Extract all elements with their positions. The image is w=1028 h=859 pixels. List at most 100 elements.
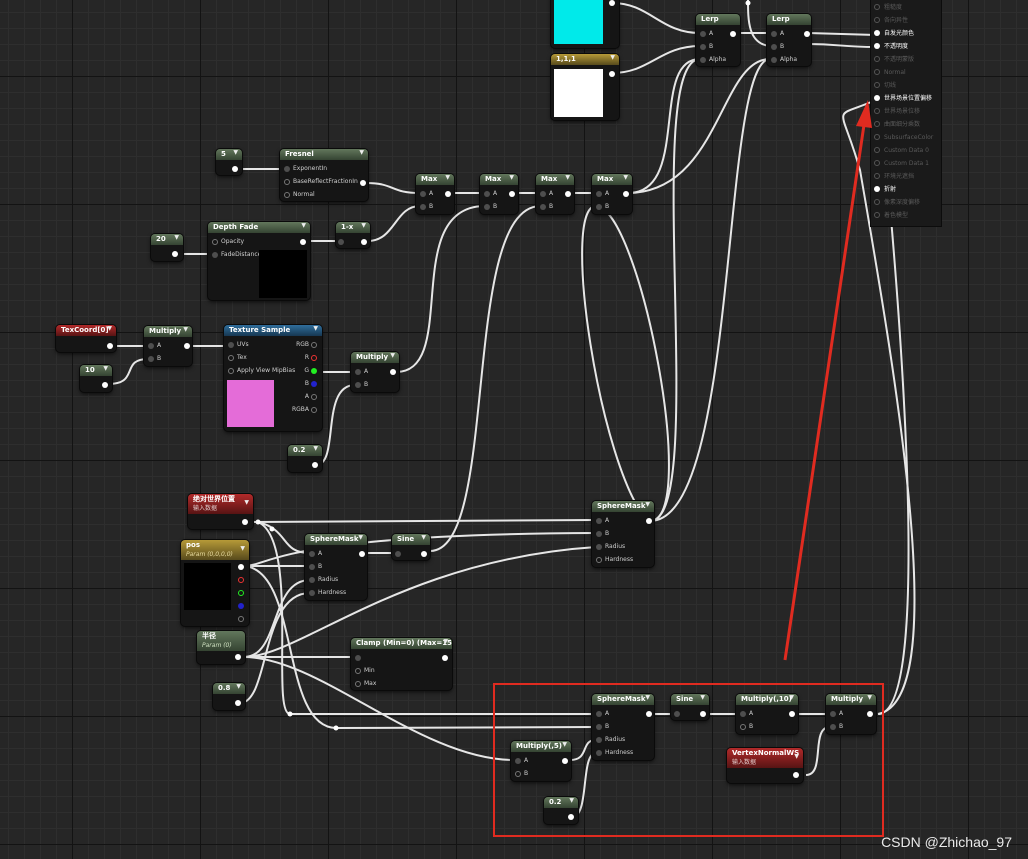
input-pin[interactable] [596, 518, 602, 524]
spheremask-node-2[interactable]: SphereMask ▼ A B Radius Hardness [592, 501, 654, 567]
input-pin[interactable] [212, 239, 218, 245]
input-pin[interactable] [484, 204, 490, 210]
output-pin-g[interactable] [238, 590, 244, 596]
output-pin[interactable] [361, 239, 367, 245]
input-pin[interactable] [284, 192, 290, 198]
chevron-down-icon[interactable]: ▼ [236, 683, 241, 690]
output-pin[interactable] [421, 551, 427, 557]
input-pin[interactable] [228, 355, 234, 361]
input-pin[interactable] [355, 655, 361, 661]
input-pin[interactable] [540, 191, 546, 197]
output-pin[interactable] [172, 251, 178, 257]
lerp-node-1[interactable]: Lerp A B Alpha [696, 14, 740, 66]
texture-sample-node[interactable]: Texture Sample ▼ UVs Tex Apply View MipB… [224, 325, 322, 431]
output-pin[interactable] [509, 191, 515, 197]
input-pin[interactable] [596, 544, 602, 550]
constant-node-0.2[interactable]: 0.2 ▼ [288, 445, 322, 472]
pin-dot[interactable] [874, 173, 880, 179]
pos-param-node[interactable]: pos Param (0,0,0,0) ▼ [181, 540, 249, 626]
one-minus-node[interactable]: 1-x ▼ [336, 222, 370, 248]
chevron-down-icon[interactable]: ▼ [610, 54, 615, 61]
chevron-down-icon[interactable]: ▼ [623, 174, 628, 181]
output-pin-rgb[interactable] [311, 342, 317, 348]
input-pin[interactable] [148, 343, 154, 349]
fresnel-node[interactable]: Fresnel ▼ ExponentIn BaseReflectFraction… [280, 149, 368, 201]
input-pin[interactable] [228, 368, 234, 374]
output-pin[interactable] [242, 519, 248, 525]
chevron-down-icon[interactable]: ▼ [107, 325, 112, 332]
input-pin[interactable] [420, 204, 426, 210]
chevron-down-icon[interactable]: ▼ [361, 222, 366, 229]
constant-node-10[interactable]: 10 ▼ [80, 365, 112, 392]
output-pin-b[interactable] [311, 381, 317, 387]
input-pin[interactable] [596, 191, 602, 197]
pin-dot[interactable] [874, 108, 880, 114]
pin-dot[interactable] [874, 82, 880, 88]
pin-dot[interactable] [874, 56, 880, 62]
chevron-down-icon[interactable]: ▼ [645, 501, 650, 508]
color-node-white[interactable]: 1,1,1 ▼ [551, 54, 619, 120]
input-pin[interactable] [228, 342, 234, 348]
multiply-node-1[interactable]: Multiply ▼ A B [144, 326, 192, 366]
input-pin[interactable] [700, 57, 706, 63]
chevron-down-icon[interactable]: ▼ [358, 534, 363, 541]
constant-node-0.8[interactable]: 0.8 ▼ [213, 683, 245, 710]
output-pin[interactable] [623, 191, 629, 197]
input-pin[interactable] [771, 57, 777, 63]
output-pin[interactable] [232, 166, 238, 172]
chevron-down-icon[interactable]: ▼ [301, 222, 306, 229]
texcoord-node[interactable]: TexCoord[0] ▼ [56, 325, 116, 352]
input-pin[interactable] [309, 590, 315, 596]
output-pin-r[interactable] [238, 577, 244, 583]
input-pin[interactable] [420, 191, 426, 197]
pin-dot[interactable] [874, 160, 880, 166]
constant-node-20[interactable]: 20 ▼ [151, 234, 183, 261]
chevron-down-icon[interactable]: ▼ [509, 174, 514, 181]
input-pin[interactable] [212, 252, 218, 258]
radius-param-node[interactable]: 半径 Param (0) [197, 631, 245, 664]
absolute-world-position-node[interactable]: 绝对世界位置 输入数据 ▼ [188, 494, 253, 529]
output-pin[interactable] [102, 382, 108, 388]
chevron-down-icon[interactable]: ▼ [103, 365, 108, 372]
pin-dot[interactable] [874, 43, 880, 49]
chevron-down-icon[interactable]: ▼ [244, 499, 249, 506]
input-pin[interactable] [309, 577, 315, 583]
output-pin[interactable] [804, 31, 810, 37]
input-pin[interactable] [540, 204, 546, 210]
output-pin[interactable] [184, 343, 190, 349]
input-pin[interactable] [596, 557, 602, 563]
output-pin-b[interactable] [238, 603, 244, 609]
output-pin[interactable] [565, 191, 571, 197]
pin-dot[interactable] [874, 186, 880, 192]
clamp-node[interactable]: Clamp (Min=0) (Max=15) ▼ Min Max [351, 638, 452, 690]
pin-dot[interactable] [874, 69, 880, 75]
sine-node-1[interactable]: Sine ▼ [392, 534, 430, 560]
output-pin[interactable] [730, 31, 736, 37]
input-pin[interactable] [771, 44, 777, 50]
output-pin[interactable] [390, 369, 396, 375]
input-pin[interactable] [309, 564, 315, 570]
input-pin[interactable] [700, 31, 706, 37]
input-pin[interactable] [596, 531, 602, 537]
output-pin[interactable] [235, 654, 241, 660]
spheremask-node-1[interactable]: SphereMask ▼ A B Radius Hardness [305, 534, 367, 600]
output-pin[interactable] [609, 0, 615, 6]
chevron-down-icon[interactable]: ▼ [313, 325, 318, 332]
chevron-down-icon[interactable]: ▼ [359, 149, 364, 156]
output-pin-rgba[interactable] [311, 407, 317, 413]
output-pin[interactable] [238, 564, 244, 570]
pin-dot[interactable] [874, 17, 880, 23]
color-node-cyan[interactable] [551, 0, 619, 48]
pin-dot[interactable] [874, 95, 880, 101]
output-pin-a[interactable] [238, 616, 244, 622]
pin-dot[interactable] [874, 199, 880, 205]
pin-dot[interactable] [874, 212, 880, 218]
output-pin-a[interactable] [311, 394, 317, 400]
constant-node-5[interactable]: 5 ▼ [216, 149, 242, 175]
output-pin[interactable] [609, 71, 615, 77]
input-pin[interactable] [355, 681, 361, 687]
material-output-node[interactable]: 粗糙度 各向异性 自发光颜色 不透明度 不透明蒙版 Normal 切线 世界场景位置偏移 世界场… [871, 0, 941, 226]
constant-value[interactable]: 5 [216, 149, 242, 160]
input-pin[interactable] [284, 179, 290, 185]
input-pin[interactable] [284, 166, 290, 172]
